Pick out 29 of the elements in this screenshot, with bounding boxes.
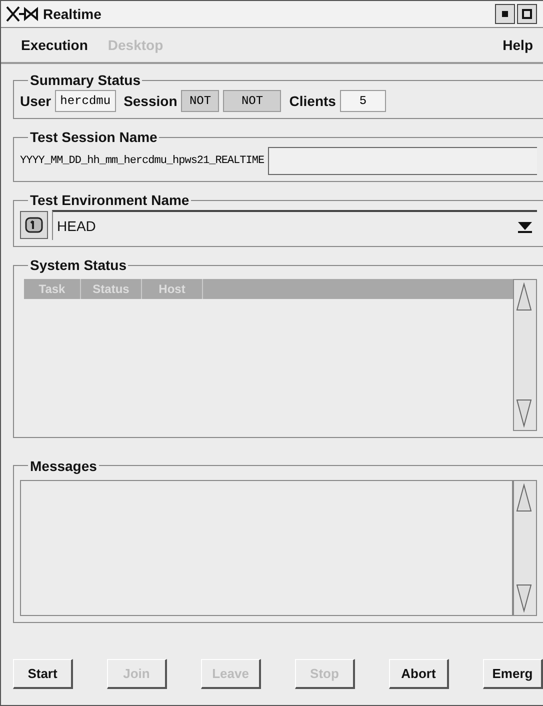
clients-label: Clients bbox=[289, 93, 336, 109]
environment-button[interactable] bbox=[20, 211, 48, 239]
number-one-icon bbox=[24, 215, 44, 235]
session-label: Session bbox=[124, 93, 178, 109]
maximize-button[interactable] bbox=[517, 4, 537, 24]
user-label: User bbox=[20, 93, 52, 109]
app-logo-icon bbox=[5, 5, 39, 23]
window-title: Realtime bbox=[43, 6, 102, 22]
frame-title: Messages bbox=[29, 458, 98, 474]
menu-item[interactable]: Execution bbox=[21, 37, 88, 53]
session-name: YYYY_MM_DD_hh_mm_hercdmu_hpws21_REALTIME bbox=[20, 155, 264, 167]
clients-value: 5 bbox=[340, 90, 386, 112]
square-icon bbox=[522, 9, 532, 19]
action-button[interactable]: Emerg bbox=[483, 659, 543, 689]
frame-title: Test Environment Name bbox=[29, 192, 190, 208]
environment-combo[interactable]: HEAD bbox=[52, 210, 537, 240]
action-button[interactable]: Start bbox=[13, 659, 73, 689]
minimize-button[interactable] bbox=[495, 4, 515, 24]
help-menu[interactable]: Help bbox=[502, 37, 533, 53]
session-value: NOT bbox=[181, 90, 220, 112]
session-value: NOT bbox=[223, 90, 282, 112]
user-value: hercdmu bbox=[55, 90, 116, 112]
scrollbar[interactable] bbox=[513, 279, 537, 431]
frame-title: Test Session Name bbox=[29, 129, 158, 145]
input-field[interactable] bbox=[268, 147, 537, 175]
frame-title: Summary Status bbox=[29, 72, 142, 88]
scrollbar[interactable] bbox=[513, 480, 537, 616]
frame-title: System Status bbox=[29, 257, 128, 273]
action-button[interactable]: Abort bbox=[389, 659, 449, 689]
